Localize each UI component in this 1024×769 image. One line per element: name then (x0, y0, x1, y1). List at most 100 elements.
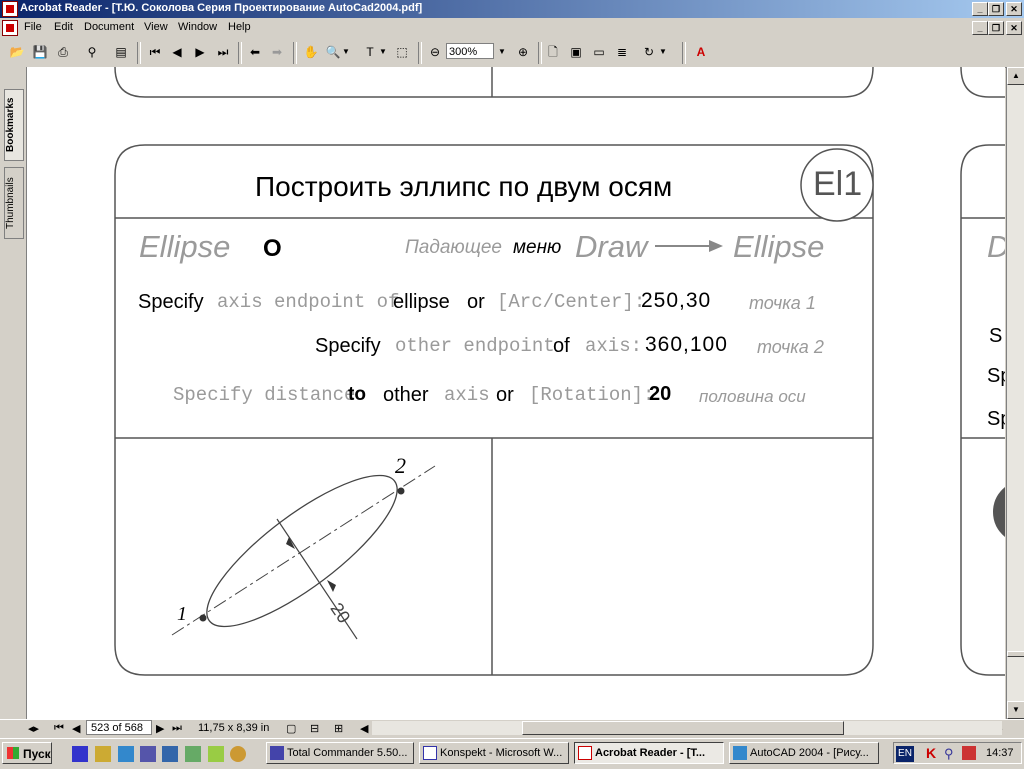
scroll-thumb[interactable] (1007, 651, 1024, 657)
navigation-pane-icon[interactable]: ◂▸ (28, 722, 39, 735)
vertical-scrollbar[interactable]: ▲ ▼ (1006, 67, 1024, 719)
status-prev-page-icon[interactable]: ◀ (72, 722, 80, 735)
acrobat-icon (578, 746, 592, 760)
horizontal-scrollbar[interactable] (372, 721, 1002, 735)
reflow-icon[interactable]: ≣ (613, 43, 631, 61)
line2-other-endpoint: other endpoint (395, 335, 555, 357)
start-button[interactable]: Пуск (2, 742, 52, 764)
go-back-icon[interactable]: ⬅ (246, 43, 264, 61)
rotate-dropdown-icon[interactable]: ▼ (658, 43, 668, 61)
last-page-icon[interactable]: ⏭ (214, 43, 232, 61)
command-alias: O (263, 235, 282, 262)
line1-axis-endpoint: axis endpoint of (217, 291, 400, 313)
menu-draw: Draw (575, 229, 648, 264)
clock: 14:37 (986, 747, 1014, 759)
menu-document[interactable]: Document (84, 21, 134, 33)
zoom-tool-icon[interactable]: 🔍 (324, 43, 342, 61)
word-icon (423, 746, 437, 760)
line3-to: to (348, 384, 366, 405)
task-total-commander[interactable]: Total Commander 5.50... (266, 742, 414, 764)
task-word[interactable]: Konspekt - Microsoft W... (419, 742, 569, 764)
tab-thumbnails[interactable]: Thumbnails (4, 167, 24, 239)
line3-other: other (383, 384, 429, 406)
previous-page-icon[interactable]: ◀ (168, 43, 186, 61)
first-page-icon[interactable]: ⏮ (146, 43, 164, 61)
restore-icon[interactable]: ❐ (988, 2, 1004, 16)
scroll-down-icon[interactable]: ▼ (1007, 701, 1024, 719)
text-select-icon[interactable]: T (361, 43, 379, 61)
page-heading: Построить эллипс по двум осям (255, 171, 673, 202)
line3-value: 20 (649, 383, 672, 405)
zoom-in-icon[interactable]: ⊕ (514, 43, 532, 61)
minimize-icon[interactable]: _ (972, 2, 988, 16)
line3-specify-distance: Specify distance (173, 384, 356, 406)
task-autocad[interactable]: AutoCAD 2004 - [Рису... (729, 742, 879, 764)
fit-page-icon[interactable]: ▣ (567, 43, 585, 61)
tab-bookmarks[interactable]: Bookmarks (4, 89, 24, 161)
status-first-page-icon[interactable]: ⏮ (54, 722, 64, 735)
doc-restore-icon[interactable]: ❐ (988, 21, 1004, 35)
autocad-icon (733, 746, 747, 760)
open-icon[interactable]: 📂 (8, 43, 26, 61)
line2-axis: axis: (585, 335, 643, 357)
fit-width-icon[interactable]: ▭ (590, 43, 608, 61)
line3-or: or (496, 384, 514, 406)
scroll-left-icon[interactable]: ◀ (360, 722, 368, 735)
continuous-icon[interactable]: ⊟ (310, 722, 319, 735)
quicklaunch-app-icon[interactable] (162, 746, 178, 762)
doc-close-icon[interactable]: ✕ (1006, 21, 1022, 35)
print-icon[interactable]: ⎙ (54, 43, 72, 61)
acrobat-app-icon[interactable] (2, 1, 18, 17)
status-last-page-icon[interactable]: ⏭ (172, 722, 182, 735)
go-forward-icon[interactable]: ➡ (268, 43, 286, 61)
next-page-icon[interactable]: ▶ (191, 43, 209, 61)
quicklaunch-autocad-icon[interactable] (118, 746, 134, 762)
arrow-icon (655, 240, 723, 252)
menu-word-2: меню (513, 237, 562, 258)
page-number-field[interactable]: 523 of 568 (86, 720, 152, 735)
rotate-view-icon[interactable]: ↻ (640, 43, 658, 61)
menu-word-1: Падающее (405, 237, 502, 258)
menu-help[interactable]: Help (228, 21, 251, 33)
menu-file[interactable]: File (24, 21, 42, 33)
tray-k-icon[interactable]: K (926, 745, 936, 761)
text-select-dropdown-icon[interactable]: ▼ (378, 43, 388, 61)
quicklaunch-pencil-icon[interactable] (95, 746, 111, 762)
language-indicator[interactable]: EN (896, 746, 914, 762)
line2-value: 360,100 (645, 333, 728, 356)
zoom-tool-dropdown-icon[interactable]: ▼ (341, 43, 351, 61)
status-next-page-icon[interactable]: ▶ (156, 722, 164, 735)
actual-size-icon[interactable]: 🗋 (544, 43, 562, 61)
line1-options: [Arc/Center]: (497, 291, 646, 313)
menu-edit[interactable]: Edit (54, 21, 73, 33)
close-icon[interactable]: ✕ (1006, 2, 1022, 16)
find-icon[interactable]: ⚲ (83, 43, 101, 61)
snapshot-tool-icon[interactable]: ⬚ (393, 43, 411, 61)
single-page-icon[interactable]: ▢ (286, 722, 296, 735)
quicklaunch-tools-icon[interactable] (185, 746, 201, 762)
menu-view[interactable]: View (144, 21, 168, 33)
zoom-out-icon[interactable]: ⊖ (426, 43, 444, 61)
tray-search-icon[interactable]: ⚲ (944, 746, 954, 762)
document-icon[interactable] (2, 20, 18, 36)
adobe-logo-icon[interactable]: A (692, 43, 710, 61)
show-hide-panel-icon[interactable]: ▤ (112, 43, 130, 61)
document-view[interactable]: Построить эллипс по двум осям El1 Ellips… (27, 67, 1005, 719)
quicklaunch-save-icon[interactable] (72, 746, 88, 762)
quicklaunch-paint-icon[interactable] (208, 746, 224, 762)
scroll-up-icon[interactable]: ▲ (1007, 67, 1024, 85)
menu-window[interactable]: Window (178, 21, 217, 33)
zoom-input[interactable]: 300% (446, 43, 494, 59)
facing-icon[interactable]: ⊞ (334, 722, 343, 735)
task-acrobat[interactable]: Acrobat Reader - [Т... (574, 742, 724, 764)
horizontal-scroll-thumb[interactable] (522, 721, 844, 735)
line3-note: половина оси (699, 387, 806, 406)
doc-minimize-icon[interactable]: _ (972, 21, 988, 35)
quicklaunch-network-icon[interactable] (140, 746, 156, 762)
command-name: Ellipse (139, 229, 231, 264)
save-icon[interactable]: 💾 (31, 43, 49, 61)
quicklaunch-media-icon[interactable] (230, 746, 246, 762)
zoom-dropdown-icon[interactable]: ▼ (496, 43, 508, 61)
hand-tool-icon[interactable]: ✋ (302, 43, 320, 61)
tray-app-icon[interactable] (962, 746, 976, 760)
